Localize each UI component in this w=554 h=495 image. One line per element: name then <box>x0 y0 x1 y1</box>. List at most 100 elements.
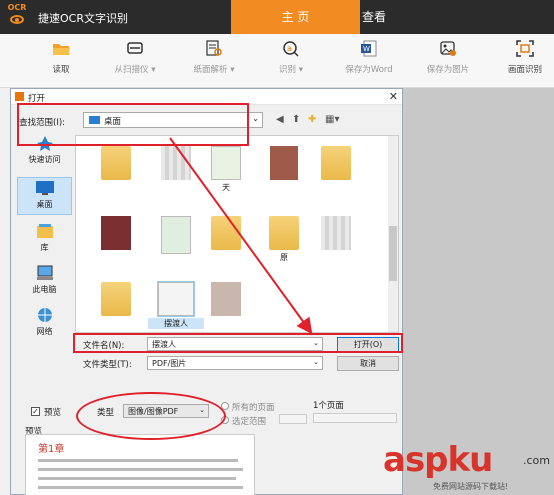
range-input[interactable] <box>279 414 307 424</box>
dialog-app-icon <box>15 92 24 101</box>
page-analysis-button[interactable]: 纸面解析 ▾ <box>184 40 244 75</box>
save-as-image-button[interactable]: 保存为图片 <box>420 40 476 75</box>
dialog-title: 打开 <box>28 94 46 104</box>
preview-text-line <box>38 477 236 480</box>
tab-view[interactable]: 查看 <box>310 0 438 34</box>
place-library[interactable]: 库 <box>17 223 72 253</box>
file-item[interactable] <box>198 216 254 252</box>
word-icon: W <box>361 40 377 57</box>
new-folder-icon[interactable]: ✚ <box>308 114 316 125</box>
folder-icon <box>101 282 131 316</box>
file-item[interactable] <box>256 146 312 182</box>
filename-input[interactable]: 摆渡人 ⌄ <box>147 337 323 351</box>
pin-icon <box>36 136 53 151</box>
chevron-down-icon: ⌄ <box>313 358 319 366</box>
computer-icon <box>36 265 53 280</box>
file-item[interactable]: 天 <box>198 146 254 193</box>
all-pages-radio[interactable] <box>221 402 229 410</box>
save-as-word-button[interactable]: W 保存为Word <box>338 40 400 75</box>
screen-capture-icon <box>516 40 534 57</box>
select-range-radio[interactable] <box>221 416 229 424</box>
eye-icon <box>10 15 24 24</box>
place-desktop[interactable]: 桌面 <box>17 177 72 215</box>
file-item[interactable]: 原 <box>256 216 312 263</box>
look-in-value: 桌面 <box>104 117 122 127</box>
open-dialog: 打开 ✕ 查找范围(I): 桌面 ⌄ ◀ ⬆ ✚ ▦▾ 快速访问 桌面 库 此电… <box>10 88 403 495</box>
place-this-pc[interactable]: 此电脑 <box>17 265 72 295</box>
screen-capture-label: 画面识别 <box>507 65 542 75</box>
look-in-select[interactable]: 桌面 ⌄ <box>83 112 263 128</box>
file-item[interactable] <box>88 216 144 252</box>
file-item[interactable] <box>308 216 364 252</box>
filename-label: 文件名(N): <box>83 341 125 351</box>
app-title: 捷速OCR文字识别 <box>38 12 128 25</box>
image-thumbnail <box>211 282 241 316</box>
svg-text:a: a <box>287 44 292 53</box>
image-thumbnail <box>101 216 131 250</box>
svg-text:W: W <box>363 45 370 53</box>
type-select[interactable]: 图像/图像PDF ⌄ <box>123 404 209 418</box>
back-icon[interactable]: ◀ <box>276 114 284 125</box>
scrollbar-thumb[interactable] <box>389 226 397 281</box>
watermark-brand: aspku <box>383 440 493 480</box>
document-icon <box>161 216 191 254</box>
document-icon <box>211 146 241 180</box>
ocr-logo: OCR <box>4 3 30 31</box>
watermark: aspku .com 免费网站源码下载站! <box>383 440 553 495</box>
logo-text: OCR <box>7 3 27 12</box>
desktop-icon <box>35 181 54 195</box>
preview-pane: 第1章 <box>25 434 255 495</box>
file-item[interactable] <box>148 216 204 256</box>
chevron-down-icon: ⌄ <box>199 406 205 414</box>
filetype-select[interactable]: PDF/图片 ⌄ <box>147 356 323 370</box>
screen-capture-button[interactable]: 画面识别 <box>502 40 548 75</box>
save-image-icon <box>440 41 456 56</box>
preview-text-line <box>38 459 238 462</box>
from-scanner-label: 从扫描仪 ▾ <box>114 65 156 75</box>
save-as-image-label: 保存为图片 <box>426 65 470 75</box>
file-thumbnail <box>161 146 191 180</box>
places-bar: 快速访问 桌面 库 此电脑 网络 <box>17 135 72 355</box>
library-icon <box>36 224 53 238</box>
read-label: 读取 <box>52 65 70 75</box>
view-menu-icon[interactable]: ▦▾ <box>325 114 339 125</box>
document-icon <box>157 281 195 317</box>
page-analysis-label: 纸面解析 ▾ <box>193 65 235 75</box>
preview-checkbox-label: 预览 <box>44 408 62 418</box>
page-range-box[interactable] <box>313 413 397 423</box>
folder-icon <box>101 146 131 180</box>
network-icon <box>37 308 52 322</box>
app-title-bar: OCR 捷速OCR文字识别 主 页 查看 <box>0 0 554 34</box>
file-item[interactable] <box>88 146 144 182</box>
look-in-label: 查找范围(I): <box>19 118 66 128</box>
chevron-down-icon: ⌄ <box>313 339 319 347</box>
place-label: 快速访问 <box>28 155 61 164</box>
cancel-button[interactable]: 取消 <box>337 356 399 371</box>
place-quick-access[interactable]: 快速访问 <box>17 135 72 165</box>
file-thumbnail <box>321 216 351 250</box>
up-folder-icon[interactable]: ⬆ <box>292 114 300 125</box>
select-range-label: 选定范围 <box>232 417 267 427</box>
file-item[interactable] <box>308 146 364 182</box>
type-label: 类型 <box>97 408 115 418</box>
close-icon[interactable]: ✕ <box>389 90 398 103</box>
preview-heading: 第1章 <box>38 444 65 455</box>
recognize-button[interactable]: a 识别 ▾ <box>272 40 310 75</box>
filetype-label: 文件类型(T): <box>83 360 132 370</box>
file-item-selected[interactable]: 摆渡人 <box>148 281 204 329</box>
file-item[interactable] <box>198 282 254 318</box>
place-network[interactable]: 网络 <box>17 307 72 337</box>
place-label: 桌面 <box>36 200 53 209</box>
from-scanner-button[interactable]: 从扫描仪 ▾ <box>106 40 164 75</box>
toolbar: 读取 从扫描仪 ▾ 纸面解析 ▾ a 识别 ▾ W 保存为Word 保存为图片 … <box>0 34 554 88</box>
file-item[interactable] <box>148 146 204 182</box>
preview-checkbox[interactable]: ✓ <box>31 407 40 416</box>
open-button[interactable]: 打开(O) <box>337 337 399 352</box>
desktop-icon <box>89 116 100 124</box>
file-item[interactable] <box>88 282 144 318</box>
file-list[interactable]: 天 原 摆渡人 <box>75 135 399 333</box>
watermark-tagline: 免费网站源码下载站! <box>433 482 509 491</box>
read-button[interactable]: 读取 <box>44 40 78 75</box>
scrollbar[interactable] <box>388 136 398 332</box>
scanner-icon <box>127 42 143 54</box>
